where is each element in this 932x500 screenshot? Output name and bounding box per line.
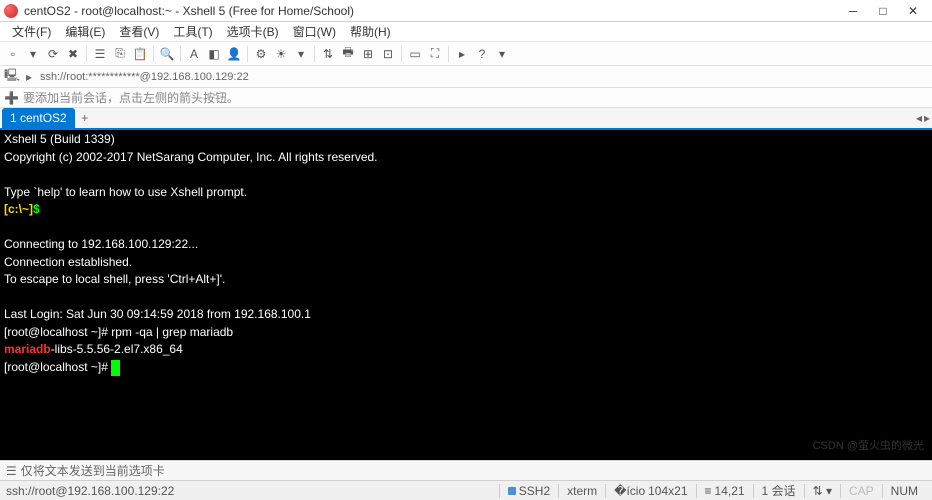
tool-icon[interactable]: ⊞	[359, 45, 377, 63]
status-cap: CAP	[840, 484, 882, 498]
separator	[401, 46, 402, 62]
banner-line: Xshell 5 (Build 1339)	[4, 132, 115, 146]
fullscreen-icon[interactable]: ⛶	[426, 45, 444, 63]
connecting-line: Connecting to 192.168.100.129:22...	[4, 237, 198, 251]
cursor	[111, 360, 120, 376]
established-line: Connection established.	[4, 255, 132, 269]
copy-icon[interactable]: ⎘	[111, 45, 129, 63]
tab-bar: 1 centOS2 + ◂ ▸	[0, 108, 932, 130]
user-icon[interactable]: 👤	[225, 45, 243, 63]
last-login-line: Last Login: Sat Jun 30 09:14:59 2018 fro…	[4, 307, 311, 321]
reconnect-icon[interactable]: ⟳	[44, 45, 62, 63]
paste-icon[interactable]: 📋	[131, 45, 149, 63]
menu-tabs[interactable]: 选项卡(B)	[221, 21, 285, 42]
tab-next-icon[interactable]: ▸	[924, 111, 930, 125]
menu-bar: 文件(F) 编辑(E) 查看(V) 工具(T) 选项卡(B) 窗口(W) 帮助(…	[0, 22, 932, 42]
shell-prompt: [root@localhost ~]#	[4, 325, 111, 339]
terminal[interactable]: Xshell 5 (Build 1339) Copyright (c) 2002…	[0, 130, 932, 460]
minimize-button[interactable]: ─	[838, 1, 868, 21]
tool-icon[interactable]: ☀	[272, 45, 290, 63]
separator	[153, 46, 154, 62]
tool-icon[interactable]: ▾	[292, 45, 310, 63]
host-icon: 🖳	[4, 66, 18, 87]
shell-prompt: [root@localhost ~]#	[4, 360, 111, 374]
command-text: rpm -qa | grep mariadb	[111, 325, 233, 339]
menu-view[interactable]: 查看(V)	[113, 21, 165, 42]
separator	[247, 46, 248, 62]
separator	[180, 46, 181, 62]
hint-text: 要添加当前会话，点击左侧的箭头按钮。	[23, 89, 239, 106]
toolbar: ▫ ▾ ⟳ ✖ ☰ ⎘ 📋 🔍 A ◧ 👤 ⚙ ☀ ▾ ⇅ 🖶 ⊞ ⊡ ▭ ⛶ …	[0, 42, 932, 66]
app-icon	[4, 4, 18, 18]
compose-bar: ☰ 仅将文本发送到当前选项卡	[0, 460, 932, 480]
layout-icon[interactable]: ▭	[406, 45, 424, 63]
tab-prev-icon[interactable]: ◂	[916, 111, 922, 125]
disconnect-icon[interactable]: ✖	[64, 45, 82, 63]
script-icon[interactable]: ▸	[453, 45, 471, 63]
help-icon[interactable]: ?	[473, 45, 491, 63]
new-session-icon[interactable]: ▫	[4, 45, 22, 63]
close-button[interactable]: ✕	[898, 1, 928, 21]
address-bar: 🖳 ▸ ssh://root:************@192.168.100.…	[0, 66, 932, 88]
status-connection: ssh://root@192.168.100.129:22	[6, 484, 499, 498]
status-num: NUM	[882, 484, 926, 498]
dropdown-icon[interactable]: ▾	[493, 45, 511, 63]
status-more[interactable]: ⇅ ▾	[804, 484, 840, 498]
menu-tools[interactable]: 工具(T)	[167, 21, 218, 42]
help-line: Type `help' to learn how to use Xshell p…	[4, 185, 247, 199]
local-prompt: [c:\~]	[4, 202, 33, 216]
print-icon[interactable]: 🖶	[339, 45, 357, 63]
status-pos: ≡ 14,21	[696, 484, 753, 498]
transfer-icon[interactable]: ⇅	[319, 45, 337, 63]
open-session-icon[interactable]: ▾	[24, 45, 42, 63]
window-title: centOS2 - root@localhost:~ - Xshell 5 (F…	[24, 4, 838, 18]
add-icon[interactable]: ➕	[4, 91, 19, 105]
font-icon[interactable]: A	[185, 45, 203, 63]
status-size: �ício 104x21	[605, 484, 695, 498]
prompt-symbol: $	[33, 202, 40, 216]
lock-icon	[508, 487, 516, 495]
color-icon[interactable]: ◧	[205, 45, 223, 63]
separator	[314, 46, 315, 62]
menu-window[interactable]: 窗口(W)	[287, 21, 342, 42]
tool-icon[interactable]: ⚙	[252, 45, 270, 63]
menu-help[interactable]: 帮助(H)	[344, 21, 397, 42]
tab-label: 1 centOS2	[10, 111, 67, 125]
menu-file[interactable]: 文件(F)	[6, 21, 57, 42]
separator	[86, 46, 87, 62]
watermark: CSDN @萤火虫的微光	[813, 440, 924, 454]
separator	[448, 46, 449, 62]
escape-line: To escape to local shell, press 'Ctrl+Al…	[4, 272, 225, 286]
title-bar: centOS2 - root@localhost:~ - Xshell 5 (F…	[0, 0, 932, 22]
compose-text: 仅将文本发送到当前选项卡	[21, 462, 165, 479]
hint-bar: ➕ 要添加当前会话，点击左侧的箭头按钮。	[0, 88, 932, 108]
maximize-button[interactable]: □	[868, 1, 898, 21]
find-icon[interactable]: 🔍	[158, 45, 176, 63]
status-term: xterm	[558, 484, 605, 498]
tab-nav: ◂ ▸	[916, 108, 930, 128]
status-bar: ssh://root@192.168.100.129:22 SSH2 xterm…	[0, 480, 932, 500]
grep-match: mariadb	[4, 342, 51, 356]
address-input[interactable]: ssh://root:************@192.168.100.129:…	[40, 71, 928, 83]
menu-edit[interactable]: 编辑(E)	[59, 21, 111, 42]
arrow-icon: ▸	[22, 70, 36, 84]
grep-rest: -libs-5.5.56-2.el7.x86_64	[51, 342, 183, 356]
compose-icon[interactable]: ☰	[6, 464, 17, 478]
tool-icon[interactable]: ⊡	[379, 45, 397, 63]
status-sessions: 1 会话	[753, 484, 804, 498]
new-tab-button[interactable]: +	[75, 108, 95, 128]
session-tab[interactable]: 1 centOS2	[2, 108, 75, 128]
banner-line: Copyright (c) 2002-2017 NetSarang Comput…	[4, 150, 378, 164]
status-ssh: SSH2	[499, 484, 558, 498]
properties-icon[interactable]: ☰	[91, 45, 109, 63]
